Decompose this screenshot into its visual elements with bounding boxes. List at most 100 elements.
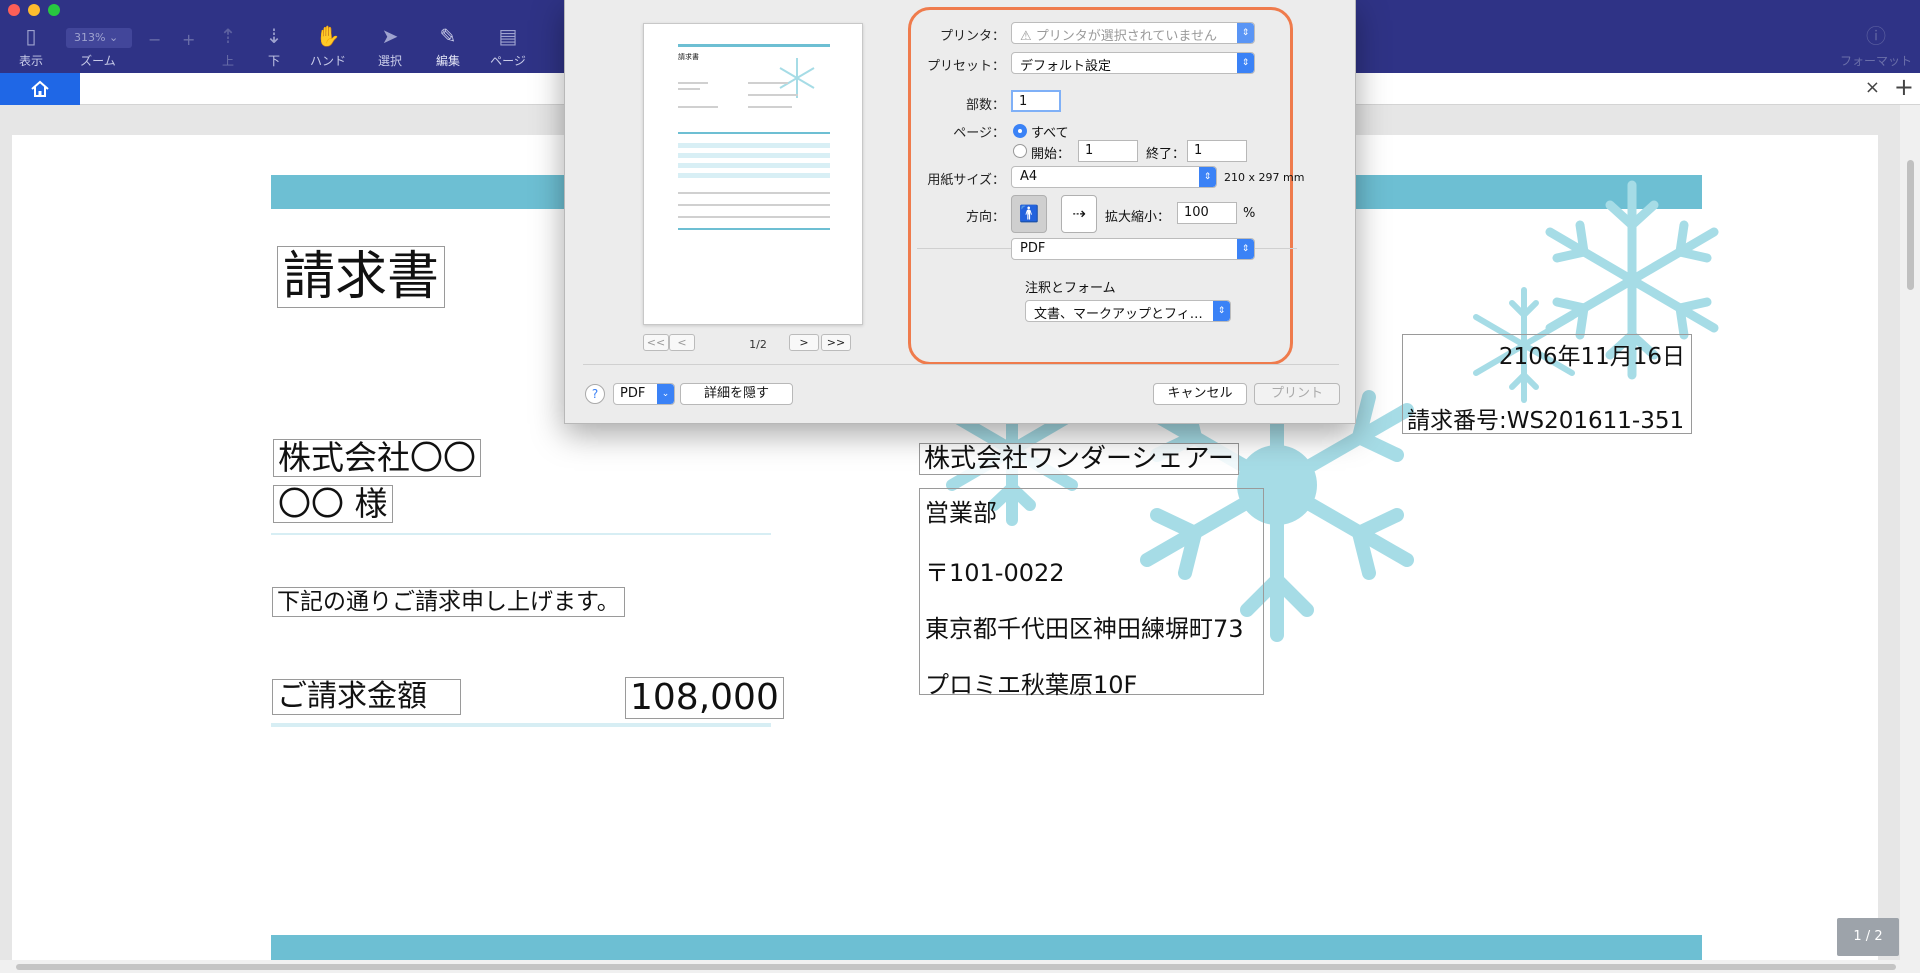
portrait-orientation-button[interactable]: 🚹 (1011, 195, 1047, 233)
preview-table (678, 138, 830, 178)
paper-dimensions: 210 x 297 mm (1224, 171, 1305, 184)
page-icon: ▤ (498, 24, 518, 48)
chevron-updown-icon: ⇕ (1237, 23, 1254, 43)
info-icon: ⓘ (1866, 24, 1886, 48)
toolbar-format-button[interactable]: ⓘ フォーマット (1836, 24, 1916, 69)
vertical-scrollbar[interactable] (1900, 105, 1920, 960)
toolbar-up-label: 上 (221, 54, 234, 68)
pages-from-field[interactable]: 1 (1078, 140, 1138, 162)
pages-to-label: 終了： (1146, 147, 1186, 162)
preset-label: プリセット： (926, 59, 1005, 74)
preview-line (748, 106, 792, 108)
section-value: PDF (1020, 241, 1046, 256)
toolbar-view-label: 表示 (18, 54, 43, 68)
invoice-meta-box: 2106年11月16日 請求番号:WS201611-351 (1402, 334, 1692, 434)
landscape-icon: ⇢ (1072, 204, 1086, 223)
intro-text: 下記の通りご請求申し上げます。 (272, 587, 625, 617)
section-select[interactable]: PDF ⇕ (1011, 238, 1255, 260)
preview-line (678, 204, 830, 206)
preview-line (678, 216, 830, 218)
chevron-updown-icon: ⇕ (1237, 53, 1254, 73)
preview-line (678, 192, 830, 194)
preview-next-page-button[interactable]: > (789, 334, 819, 351)
landscape-orientation-button[interactable]: ⇢ (1061, 195, 1097, 233)
print-button[interactable]: プリント (1254, 383, 1340, 405)
preview-line (748, 94, 798, 96)
preview-line (678, 106, 718, 108)
toolbar-edit-button[interactable]: ✎ 編集 (418, 24, 478, 69)
amount-label: ご請求金額 (272, 679, 461, 715)
toolbar-edit-label: 編集 (435, 54, 460, 68)
chevron-updown-icon: ⇕ (1237, 239, 1254, 259)
pages-range-radio[interactable] (1013, 144, 1027, 158)
zoom-select[interactable]: 313% ⌄ (66, 28, 132, 48)
paper-size-select[interactable]: A4 ⇕ (1011, 166, 1217, 188)
issuer-department: 営業部 (925, 499, 997, 527)
select-cursor-icon: ➤ (381, 24, 399, 48)
annotations-select[interactable]: 文書、マークアップとフィ… ⇕ (1025, 300, 1231, 322)
toolbar-down-button[interactable]: ⇣ 下 (244, 24, 304, 69)
document-title: 請求書 (277, 246, 446, 308)
window-minimize-button[interactable] (28, 4, 40, 16)
preset-select[interactable]: デフォルト設定 ⇕ (1011, 52, 1255, 74)
bottom-band (271, 935, 1702, 960)
toolbar-view-button[interactable]: ▯ 表示 (1, 24, 61, 69)
annotations-value: 文書、マークアップとフィ… (1034, 307, 1203, 322)
preview-prev-page-button[interactable]: < (669, 334, 695, 351)
toolbar-format-label: フォーマット (1839, 54, 1912, 68)
chevron-down-icon: ⌄ (657, 384, 674, 404)
client-name: 〇〇 様 (273, 485, 393, 523)
toolbar-select-button[interactable]: ➤ 選択 (360, 24, 420, 69)
paper-size-label: 用紙サイズ： (927, 173, 1005, 188)
printer-label: プリンタ： (939, 29, 1005, 44)
page-down-icon: ⇣ (265, 24, 283, 48)
hand-icon: ✋ (315, 24, 341, 48)
preview-line (748, 82, 788, 84)
toolbar-select-label: 選択 (377, 54, 402, 68)
vertical-scroll-thumb[interactable] (1907, 160, 1914, 290)
toolbar-zoom-label-wrap: ズーム (68, 52, 128, 69)
add-tab-icon[interactable]: + (1894, 73, 1914, 101)
window-zoom-button[interactable] (48, 4, 60, 16)
printer-select[interactable]: ⚠ プリンタが選択されていません ⇕ (1011, 22, 1255, 44)
toolbar-hand-button[interactable]: ✋ ハンド (298, 24, 358, 69)
edit-icon: ✎ (439, 24, 457, 48)
preview-first-page-button[interactable]: << (643, 334, 669, 351)
paper-size-value: A4 (1020, 169, 1038, 184)
zoom-value: 313% (74, 31, 106, 44)
preview-last-page-button[interactable]: >> (821, 334, 851, 351)
pdf-menu-label: PDF (620, 386, 646, 401)
toolbar-hand-label: ハンド (309, 54, 346, 68)
toolbar-page-button[interactable]: ▤ ページ (478, 24, 538, 69)
close-tab-icon[interactable]: × (1865, 77, 1880, 98)
scale-field[interactable]: 100 (1177, 202, 1237, 224)
zoom-out-button[interactable]: − (148, 30, 161, 49)
issuer-company: 株式会社ワンダーシェアー (919, 443, 1239, 475)
hide-details-button[interactable]: 詳細を隠す (680, 383, 793, 405)
preview-page-indicator: 1/2 (749, 338, 767, 351)
pages-to-field[interactable]: 1 (1187, 140, 1247, 162)
sidebar-icon: ▯ (25, 24, 37, 48)
pages-label: ページ： (953, 126, 1005, 141)
zoom-in-button[interactable]: + (182, 30, 195, 49)
portrait-icon: 🚹 (1019, 204, 1039, 223)
preview-line (678, 82, 708, 84)
horizontal-scrollbar[interactable] (0, 960, 1920, 973)
invoice-number: 請求番号:WS201611-351 (1407, 408, 1685, 434)
toolbar-zoom-label: ズーム (80, 54, 116, 68)
preview-table-header (678, 132, 830, 134)
preview-line (678, 88, 700, 90)
pages-all-radio[interactable] (1013, 124, 1027, 138)
preview-title: 請求書 (678, 53, 699, 61)
window-close-button[interactable] (8, 4, 20, 16)
client-underline (271, 533, 771, 535)
scale-unit: % (1243, 206, 1256, 221)
help-button[interactable]: ? (585, 384, 605, 404)
cancel-button[interactable]: キャンセル (1153, 383, 1247, 405)
home-tab[interactable] (0, 73, 80, 105)
print-dialog: 請求書 << < 1/2 > >> プリンタ： ⚠ プリンタが選択されていません… (564, 0, 1356, 424)
copies-field[interactable]: 1 (1011, 90, 1061, 112)
amount-underline (271, 723, 771, 727)
horizontal-scroll-thumb[interactable] (16, 964, 1896, 970)
pdf-menu-button[interactable]: PDF ⌄ (613, 383, 675, 405)
